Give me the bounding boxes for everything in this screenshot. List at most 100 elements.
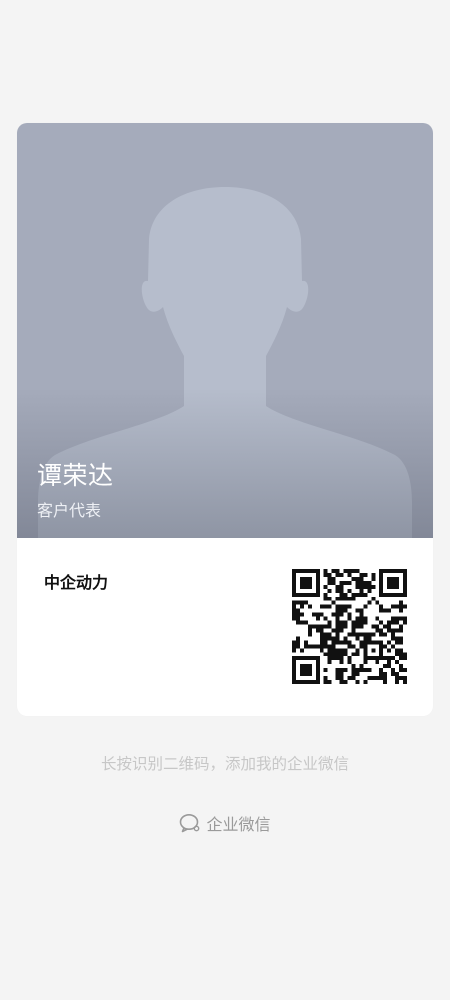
qr-module [292,660,296,665]
qr-module [391,604,396,609]
qr-module [335,652,340,657]
qr-module [323,624,328,629]
qr-module [319,644,324,649]
qr-module [383,608,388,613]
qr-module [399,608,404,613]
qr-module [351,592,356,597]
qr-module [391,580,396,585]
qr-module [292,588,296,593]
qr-module [371,624,376,629]
qr-module [387,569,392,573]
qr-module [295,592,300,597]
qr-module [387,584,392,589]
qr-module [327,624,332,629]
qr-module [331,600,336,605]
qr-module [303,569,308,573]
qr-module [395,672,400,677]
qr-module [343,604,348,609]
qr-module [375,616,380,621]
company-name: 中企动力 [44,573,109,592]
qr-module [363,648,368,653]
qr-module [331,628,336,633]
qr-module [315,592,320,597]
qr-module [395,584,400,589]
qr-module [335,624,340,629]
qr-module [395,616,400,621]
qr-module [355,680,360,684]
qr-module [295,640,300,645]
qr-module [303,592,308,597]
qr-module [335,668,340,673]
qr-module [359,624,364,629]
qr-module [351,596,356,601]
qr-module [323,616,328,621]
qr-module [403,656,407,661]
qr-module [299,612,304,617]
qr-module [303,668,308,673]
qr-module [292,672,296,677]
qr-module [355,616,360,621]
qr-module [383,624,388,629]
qr-module [315,569,320,573]
qr-module [399,624,404,629]
qr-module [399,600,404,605]
qr-module [311,680,316,684]
qr-module [379,656,384,661]
qr-module [315,588,320,593]
qr-module [395,660,400,665]
qr-module [367,580,372,585]
qr-module [319,624,324,629]
qr-module [375,600,380,605]
qr-module [311,592,316,597]
qr-module [343,580,348,585]
qr-module [315,672,320,677]
qr-module [323,584,328,589]
qr-module [323,652,328,657]
qr-module [335,672,340,677]
qr-module [375,660,380,665]
qr-module [315,580,320,585]
qr-module [331,648,336,653]
qr-module [331,612,336,617]
qr-module [355,636,360,641]
qr-module [335,569,340,573]
qr-module [303,680,308,684]
qr-module [331,656,336,661]
qr-module [387,576,392,581]
qr-module [383,656,388,661]
qr-module [371,648,376,653]
qr-module [311,656,316,661]
qr-module [375,656,380,661]
qr-module [351,644,356,649]
qr-module [379,620,384,625]
qr-module [359,608,364,613]
qr-module [371,584,376,589]
qr-module [299,648,304,653]
qr-module [303,644,308,649]
qr-module [387,660,392,665]
qr-module [399,652,404,657]
qr-module [335,604,340,609]
qr-module [323,644,328,649]
qr-code-icon[interactable] [292,569,407,684]
qr-module [403,572,407,577]
qr-module [315,680,320,684]
qr-module [355,652,360,657]
qr-module [292,644,296,649]
qr-module [403,584,407,589]
qr-module [403,580,407,585]
qr-module [379,652,384,657]
qr-module [371,596,376,601]
qr-module [292,569,296,573]
qr-module [347,660,352,665]
qr-module [391,592,396,597]
qr-module [347,604,352,609]
qr-module [379,588,384,593]
qr-module [375,624,380,629]
qr-module [387,640,392,645]
qr-module [387,664,392,669]
qr-module [335,596,340,601]
qr-module [335,640,340,645]
qr-module [387,648,392,653]
qr-module [347,612,352,617]
